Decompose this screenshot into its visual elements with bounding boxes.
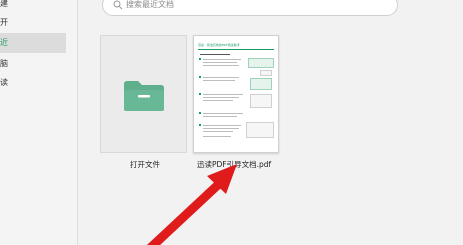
pdf-preview-rule (198, 49, 274, 50)
pdf-preview-heading (200, 54, 230, 55)
pdf-preview-line (203, 59, 241, 60)
pdf-preview-image (250, 78, 272, 90)
sidebar-item-label: 近 (0, 38, 8, 47)
open-file-label: 打开文件 (130, 160, 160, 169)
pdf-preview-bullet (199, 124, 201, 126)
pdf-preview-line (203, 65, 239, 66)
pdf-preview-line (203, 97, 239, 98)
pdf-preview-image (246, 122, 274, 138)
pdf-thumbnail[interactable]: 迅读 · 简洁高效的PDF阅读助手 (193, 35, 279, 153)
pdf-preview-line (203, 131, 233, 132)
pdf-preview-line (203, 77, 239, 78)
pdf-preview-line (203, 113, 243, 114)
folder-icon (124, 81, 164, 111)
pdf-preview-line (203, 125, 241, 126)
pdf-preview-bullet (199, 112, 201, 114)
sidebar: 建 开 近 脑 读 (0, 0, 78, 245)
pdf-preview-line (203, 62, 237, 63)
sidebar-item-recent[interactable]: 近 (0, 33, 66, 53)
pdf-preview-bullet (199, 93, 201, 95)
sidebar-item-label: 开 (0, 18, 8, 27)
pdf-preview-bullet (199, 76, 201, 78)
pdf-preview-image (248, 58, 274, 68)
search-box[interactable]: 搜索最近文档 (102, 0, 398, 16)
pdf-preview-line (203, 136, 231, 137)
sidebar-item-read[interactable]: 读 (0, 73, 66, 93)
search-input[interactable]: 搜索最近文档 (126, 0, 174, 10)
pdf-preview-image (260, 70, 272, 76)
sidebar-item-open[interactable]: 开 (0, 13, 66, 33)
main-content: 搜索最近文档 打开文件 迅读 · 简洁高效的PDF阅读助手 迅读PDF引导文档.… (79, 0, 463, 245)
pdf-preview-line (203, 100, 233, 101)
pdf-preview-image (250, 94, 272, 108)
sidebar-item-label: 读 (0, 78, 8, 87)
sidebar-item-computer[interactable]: 脑 (0, 54, 66, 74)
pdf-preview-line (203, 80, 235, 81)
pdf-file-label: 迅读PDF引导文档.pdf (197, 160, 272, 169)
pdf-preview-bullet (199, 58, 201, 60)
open-file-tile[interactable] (100, 35, 187, 153)
sidebar-item-label: 脑 (0, 59, 8, 68)
pdf-preview-title: 迅读 · 简洁高效的PDF阅读助手 (198, 43, 240, 47)
pdf-preview-line (203, 128, 239, 129)
pdf-preview-line (203, 116, 237, 117)
pdf-preview-line (203, 94, 243, 95)
sidebar-item-label: 建 (0, 0, 8, 8)
sidebar-item-new[interactable]: 建 (0, 0, 66, 14)
search-icon (113, 0, 123, 10)
